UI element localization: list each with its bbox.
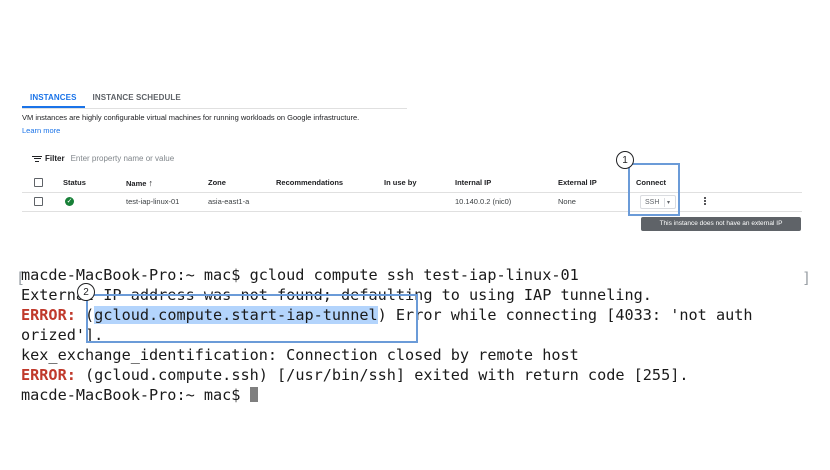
callout-box-iap-tunnel: [86, 294, 418, 343]
error-message: ) Error while connecting [4033: 'not aut…: [377, 306, 753, 324]
no-external-ip-tooltip: This instance does not have an external …: [641, 217, 801, 231]
tab-instance-schedule[interactable]: INSTANCE SCHEDULE: [85, 92, 189, 108]
filter-label: Filter: [45, 154, 65, 163]
instance-name-link[interactable]: test-iap-linux-01: [126, 197, 179, 206]
check-circle-icon: ✓: [65, 197, 74, 206]
filter-icon: [32, 154, 42, 163]
terminal-line-kex: kex_exchange_identification: Connection …: [21, 346, 579, 364]
tab-divider: [22, 108, 407, 109]
table-row: ✓ test-iap-linux-01 asia-east1-a 10.140.…: [22, 193, 802, 212]
column-name-label: Name: [126, 179, 147, 188]
select-all-checkbox[interactable]: [34, 178, 43, 187]
row-checkbox[interactable]: [34, 197, 43, 206]
learn-more-link[interactable]: Learn more: [22, 126, 60, 135]
column-name[interactable]: Name ↑: [126, 178, 153, 188]
terminal-line-command: macde-MacBook-Pro:~ mac$ gcloud compute …: [21, 266, 579, 284]
table-header: Status Name ↑ Zone Recommendations In us…: [22, 174, 802, 193]
prompt-text: macde-MacBook-Pro:~ mac$: [21, 386, 250, 404]
description-text: VM instances are highly configurable vir…: [22, 113, 360, 122]
error-tag: ERROR:: [21, 366, 76, 384]
callout-number-1: 1: [616, 151, 634, 169]
column-status[interactable]: Status: [63, 178, 86, 187]
instance-internal-ip: 10.140.0.2 (nic0): [455, 197, 512, 206]
tab-instances[interactable]: INSTANCES: [22, 92, 85, 108]
terminal-line-prompt: macde-MacBook-Pro:~ mac$: [21, 385, 258, 405]
instance-external-ip: None: [558, 197, 576, 206]
terminal-line-error-2: ERROR: (gcloud.compute.ssh) [/usr/bin/ss…: [21, 365, 689, 385]
callout-number-2: 2: [77, 283, 95, 301]
error-tag: ERROR:: [21, 306, 76, 324]
callout-box-connect: [628, 163, 680, 216]
terminal-right-bracket: ]: [801, 269, 811, 287]
page-description: VM instances are highly configurable vir…: [22, 111, 367, 137]
instance-zone: asia-east1-a: [208, 197, 250, 206]
filter-input[interactable]: Enter property name or value: [71, 154, 175, 163]
tab-bar: INSTANCES INSTANCE SCHEDULE: [22, 92, 189, 108]
column-in-use-by[interactable]: In use by: [384, 178, 417, 187]
more-actions-icon[interactable]: [703, 196, 707, 206]
sort-arrow-icon: ↑: [148, 178, 154, 188]
column-recommendations[interactable]: Recommendations: [276, 178, 343, 187]
column-zone[interactable]: Zone: [208, 178, 226, 187]
error-message: (gcloud.compute.ssh) [/usr/bin/ssh] exit…: [75, 366, 689, 384]
filter-bar[interactable]: Filter Enter property name or value: [32, 154, 174, 163]
column-internal-ip[interactable]: Internal IP: [455, 178, 491, 187]
column-external-ip[interactable]: External IP: [558, 178, 597, 187]
terminal-cursor: [249, 387, 258, 402]
